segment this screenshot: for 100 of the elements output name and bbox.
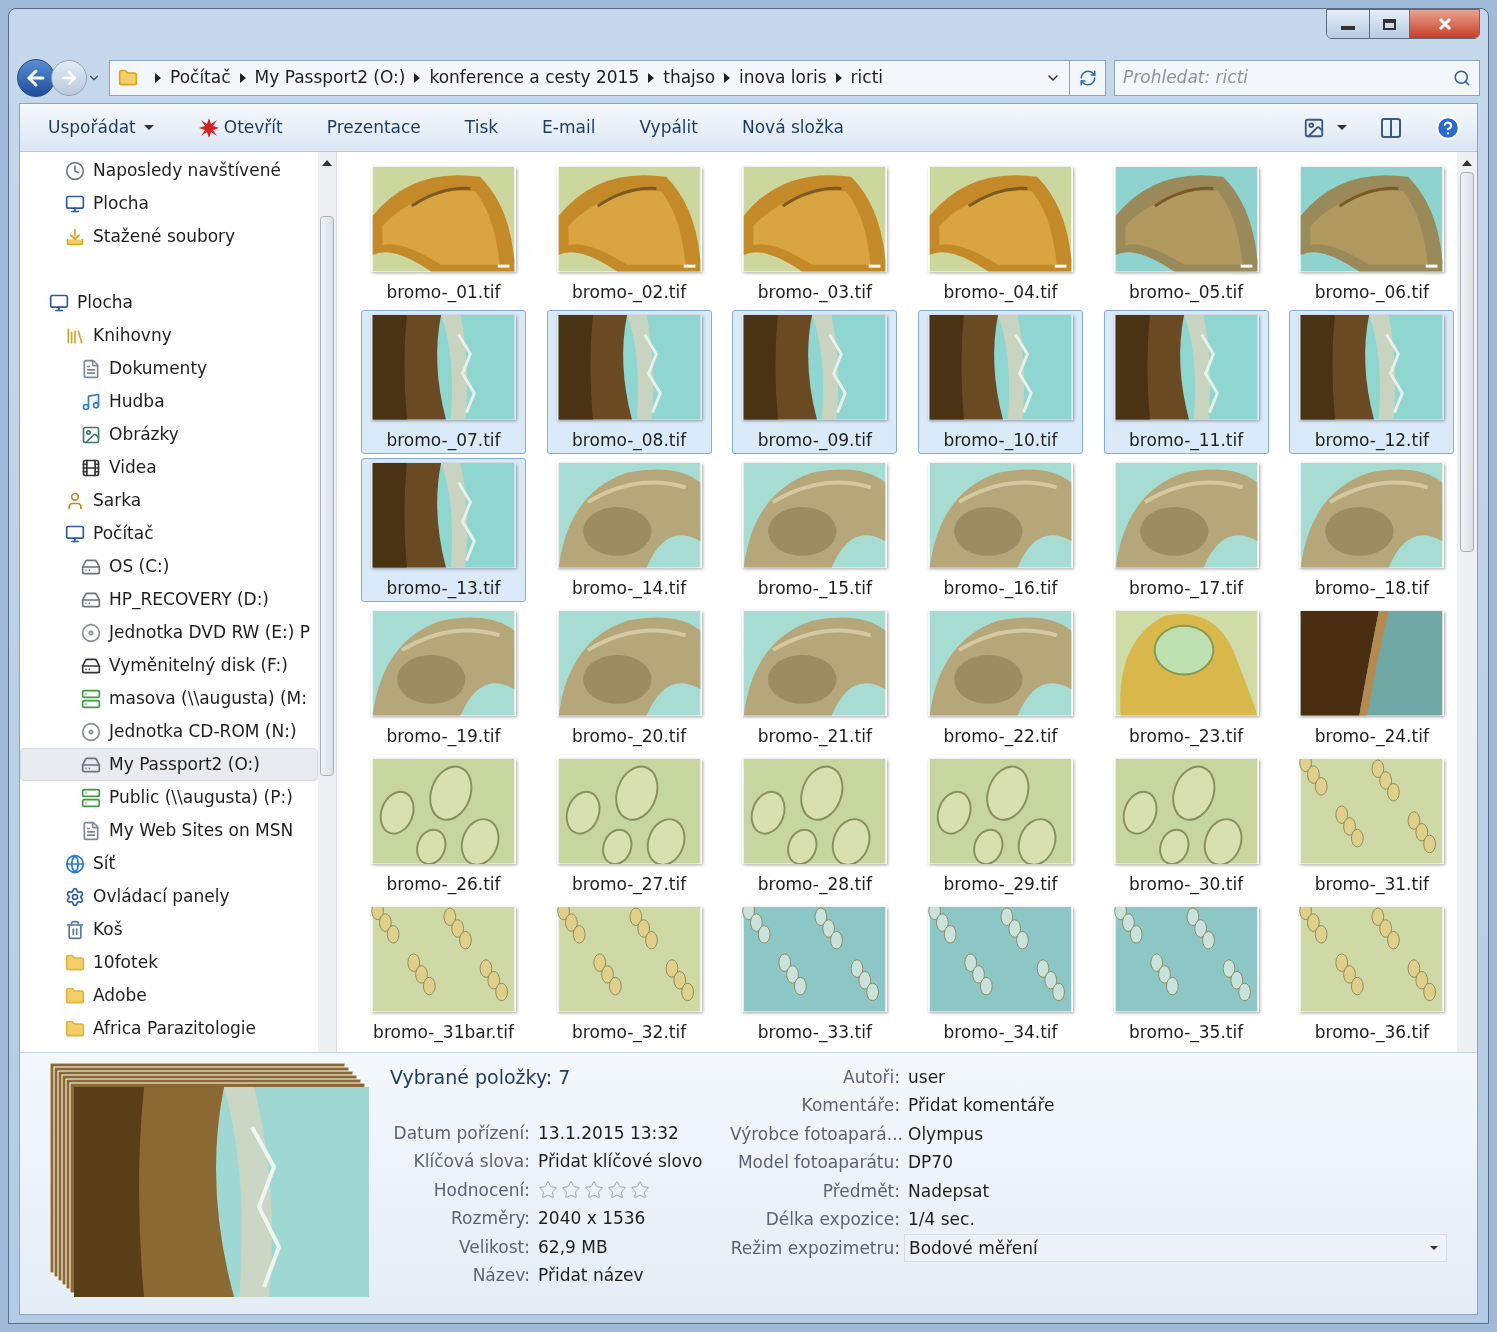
breadcrumb-item[interactable]: Počítač [170, 65, 231, 91]
property-value[interactable]: 2040 x 1536 [538, 1206, 646, 1232]
file-item[interactable]: bromo-_27.tif [546, 754, 712, 898]
minimize-button[interactable] [1327, 10, 1369, 38]
breadcrumb-item[interactable]: konference a cesty 2015 [429, 65, 640, 91]
nav-item[interactable]: Jednotka DVD RW (E:) P [20, 616, 318, 649]
nav-item[interactable]: Videa [20, 451, 318, 484]
scrollbar[interactable] [318, 152, 336, 1052]
scrollbar-thumb[interactable] [320, 216, 334, 776]
property-value[interactable]: Olympus [908, 1121, 984, 1147]
file-item[interactable]: bromo-_36.tif [1289, 902, 1455, 1046]
property-value[interactable]: Přidat název [538, 1263, 644, 1289]
file-item[interactable]: bromo-_26.tif [361, 754, 526, 898]
nav-item[interactable]: Koš [20, 913, 318, 946]
nav-item[interactable]: masova (\\augusta) (M: [20, 682, 318, 715]
file-item[interactable]: bromo-_08.tif [546, 310, 712, 454]
breadcrumb-item[interactable]: My Passport2 (O:) [254, 65, 406, 91]
file-item[interactable]: bromo-_32.tif [546, 902, 712, 1046]
nav-item[interactable]: My Passport2 (O:) [20, 748, 318, 781]
nav-item[interactable]: Plocha [20, 187, 318, 220]
search-field[interactable]: Prohledat: ricti [1114, 60, 1480, 96]
file-item[interactable]: bromo-_13.tif [361, 458, 526, 602]
file-item[interactable]: bromo-_34.tif [918, 902, 1083, 1046]
file-item[interactable]: bromo-_21.tif [732, 606, 898, 750]
file-item[interactable]: bromo-_09.tif [732, 310, 898, 454]
star-icon[interactable] [607, 1180, 627, 1201]
file-item[interactable]: bromo-_15.tif [732, 458, 898, 602]
star-icon[interactable] [630, 1180, 650, 1201]
nav-item[interactable]: Hudba [20, 385, 318, 418]
property-value[interactable]: Přidat komentáře [908, 1093, 1055, 1119]
scrollbar-thumb[interactable] [1460, 172, 1474, 552]
nav-item[interactable]: Vyměnitelný disk (F:) [20, 649, 318, 682]
nav-item[interactable]: Obrázky [20, 418, 318, 451]
file-item[interactable]: bromo-_16.tif [918, 458, 1083, 602]
close-button[interactable] [1409, 10, 1479, 38]
nav-item[interactable]: Plocha [20, 286, 318, 319]
nav-item[interactable]: 10fotek [20, 946, 318, 979]
file-item[interactable]: bromo-_11.tif [1103, 310, 1269, 454]
file-item[interactable]: bromo-_33.tif [732, 902, 898, 1046]
breadcrumb-item[interactable]: ricti [850, 65, 884, 91]
star-icon[interactable] [561, 1180, 581, 1201]
toolbar-button[interactable]: Vypálit [627, 104, 710, 151]
file-item[interactable]: bromo-_19.tif [361, 606, 526, 750]
toolbar-button[interactable]: E-mail [530, 104, 608, 151]
dropdown-field[interactable]: Bodové měření [904, 1234, 1447, 1263]
nav-item[interactable]: Adobe [20, 979, 318, 1012]
file-item[interactable]: bromo-_22.tif [918, 606, 1083, 750]
file-item[interactable]: bromo-_28.tif [732, 754, 898, 898]
property-value[interactable]: user [908, 1064, 946, 1090]
toolbar-button[interactable]: Nová složka [730, 104, 856, 151]
property-value[interactable]: DP70 [908, 1150, 953, 1176]
back-button[interactable] [17, 59, 55, 97]
property-value[interactable]: Přidat klíčové slovo [538, 1149, 703, 1175]
scroll-up-icon[interactable] [322, 160, 332, 166]
file-item[interactable]: bromo-_05.tif [1103, 162, 1269, 306]
search-input[interactable]: Prohledat: ricti [1123, 65, 1453, 91]
file-item[interactable]: bromo-_07.tif [361, 310, 526, 454]
nav-item[interactable]: Dokumenty [20, 352, 318, 385]
property-value[interactable]: 1/4 sec. [908, 1207, 975, 1233]
breadcrumb-item[interactable]: inova loris [739, 65, 827, 91]
nav-item[interactable]: Síť [20, 847, 318, 880]
scroll-up-icon[interactable] [1462, 160, 1472, 166]
toolbar-button[interactable]: Tisk [452, 104, 511, 151]
file-item[interactable]: bromo-_10.tif [918, 310, 1083, 454]
star-icon[interactable] [538, 1180, 558, 1201]
file-item[interactable]: bromo-_29.tif [918, 754, 1083, 898]
scrollbar[interactable] [1457, 152, 1477, 1052]
nav-item[interactable]: Ovládací panely [20, 880, 318, 913]
nav-item[interactable]: Jednotka CD-ROM (N:) [20, 715, 318, 748]
file-item[interactable]: bromo-_30.tif [1103, 754, 1269, 898]
file-item[interactable]: bromo-_06.tif [1289, 162, 1455, 306]
nav-item[interactable]: HP_RECOVERY (D:) [20, 583, 318, 616]
help-button[interactable] [1435, 114, 1461, 141]
star-icon[interactable] [584, 1180, 604, 1201]
preview-pane-button[interactable] [1379, 115, 1403, 140]
view-button[interactable] [1303, 116, 1347, 139]
maximize-button[interactable] [1369, 10, 1409, 38]
file-item[interactable]: bromo-_31.tif [1289, 754, 1455, 898]
star-rating[interactable] [538, 1180, 650, 1201]
nav-item[interactable]: Public (\\augusta) (P:) [20, 781, 318, 814]
nav-item[interactable]: Naposledy navštívené [20, 154, 318, 187]
file-item[interactable]: bromo-_14.tif [546, 458, 712, 602]
file-item[interactable]: bromo-_01.tif [361, 162, 526, 306]
toolbar-button[interactable]: Otevřít [185, 104, 295, 151]
file-item[interactable]: bromo-_24.tif [1289, 606, 1455, 750]
breadcrumb-item[interactable]: thajso [663, 65, 716, 91]
nav-item[interactable]: OS (C:) [20, 550, 318, 583]
file-item[interactable]: bromo-_03.tif [732, 162, 898, 306]
file-item[interactable]: bromo-_04.tif [918, 162, 1083, 306]
nav-item[interactable]: Počítač [20, 517, 318, 550]
file-item[interactable]: bromo-_12.tif [1289, 310, 1455, 454]
property-value[interactable]: 13.1.2015 13:32 [538, 1120, 679, 1146]
file-item[interactable]: bromo-_31bar.tif [361, 902, 526, 1046]
file-item[interactable]: bromo-_18.tif [1289, 458, 1455, 602]
nav-item[interactable]: Knihovny [20, 319, 318, 352]
address-bar[interactable]: Počítač My Passport2 (O:) konference a cesty 2015 thajso inova loris ricti [109, 60, 1106, 96]
file-item[interactable]: bromo-_02.tif [546, 162, 712, 306]
nav-item[interactable]: My Web Sites on MSN [20, 814, 318, 847]
property-value[interactable]: Nadepsat [908, 1178, 990, 1204]
nav-item[interactable]: Africa Parazitologie [20, 1012, 318, 1045]
